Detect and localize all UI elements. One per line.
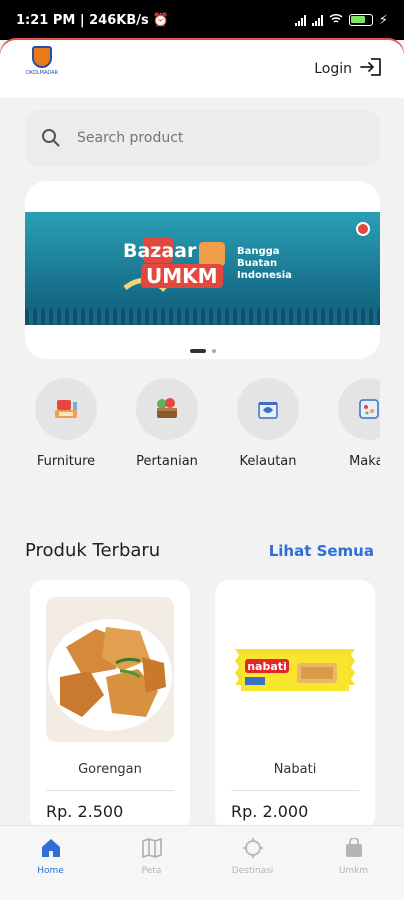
category-label: Kelautan: [239, 454, 297, 469]
nav-peta[interactable]: Peta: [101, 826, 202, 900]
banner-subtitle: UMKM: [141, 264, 223, 288]
login-icon: [360, 57, 382, 81]
product-card[interactable]: nabati Nabati Rp. 2.000: [215, 580, 375, 830]
nav-label: Destinasi: [231, 866, 274, 876]
nav-label: Umkm: [338, 866, 369, 876]
carousel-dot[interactable]: [211, 349, 216, 353]
login-button[interactable]: Login: [314, 57, 382, 81]
product-brand-text: nabati: [247, 660, 287, 673]
nav-label: Home: [37, 866, 64, 876]
product-name: Gorengan: [78, 762, 142, 777]
category-pertanian[interactable]: Pertanian: [122, 378, 212, 478]
emblem-icon: [356, 222, 370, 236]
map-icon: [141, 838, 163, 862]
status-bar: 1:21 PM | 246KB/s ⏰ 82 ⚡: [0, 0, 404, 40]
see-all-link[interactable]: Lihat Semua: [269, 542, 374, 560]
divider: [231, 790, 359, 791]
signal-icon: [294, 14, 306, 26]
home-icon: [40, 838, 62, 862]
furniture-icon: [35, 378, 97, 440]
product-price: Rp. 2.500: [46, 802, 124, 821]
wifi-icon: [329, 13, 343, 28]
destination-icon: [242, 838, 264, 862]
app-header: OKOLMADAR Login: [0, 40, 404, 98]
category-makanan[interactable]: Makar: [324, 378, 380, 478]
divider: [46, 790, 174, 791]
nav-umkm[interactable]: Umkm: [303, 826, 404, 900]
search-input[interactable]: [77, 130, 337, 146]
battery-icon: [348, 14, 373, 26]
banner-image[interactable]: Bazaar UMKM Bangga Buatan Indonesia: [25, 212, 380, 325]
product-name: Nabati: [273, 762, 317, 777]
bottom-nav: Home Peta Destinasi Umkm: [0, 825, 404, 900]
agriculture-icon: [136, 378, 198, 440]
marine-icon: [237, 378, 299, 440]
login-label: Login: [314, 61, 352, 77]
shopping-bag-icon: [343, 837, 365, 862]
app-logo[interactable]: OKOLMADAR: [22, 46, 62, 92]
search-icon: [41, 128, 61, 148]
product-card[interactable]: Gorengan Rp. 2.500: [30, 580, 190, 830]
carousel-indicator: [25, 349, 380, 353]
section-title: Produk Terbaru: [25, 540, 161, 561]
product-image[interactable]: [46, 597, 174, 742]
charging-icon: ⚡: [378, 12, 388, 28]
search-bar[interactable]: [25, 110, 380, 166]
category-label: Makar: [349, 454, 380, 469]
category-label: Furniture: [36, 454, 96, 469]
product-image[interactable]: nabati: [231, 597, 359, 742]
nav-home[interactable]: Home: [0, 826, 101, 900]
category-kelautan[interactable]: Kelautan: [223, 378, 313, 478]
category-furniture[interactable]: Furniture: [25, 378, 111, 478]
category-label: Pertanian: [136, 454, 198, 469]
banner-carousel[interactable]: Bazaar UMKM Bangga Buatan Indonesia: [25, 181, 380, 359]
nav-destinasi[interactable]: Destinasi: [202, 826, 303, 900]
product-price: Rp. 2.000: [231, 802, 309, 821]
signal-icon: [311, 14, 323, 26]
banner-pattern: [25, 309, 380, 325]
carousel-dot-active[interactable]: [189, 349, 206, 353]
nav-label: Peta: [141, 866, 162, 876]
banner-title: Bazaar: [123, 240, 197, 262]
category-list: Furniture Pertanian Kelautan Makar: [25, 378, 380, 478]
food-icon: [338, 378, 380, 440]
banner-tagline: Bangga Buatan Indonesia: [237, 246, 292, 281]
logo-shield-icon: [32, 46, 52, 68]
status-time: 1:21 PM | 246KB/s: [16, 12, 149, 28]
logo-text: OKOLMADAR: [25, 70, 59, 76]
alarm-icon: ⏰: [152, 12, 169, 28]
